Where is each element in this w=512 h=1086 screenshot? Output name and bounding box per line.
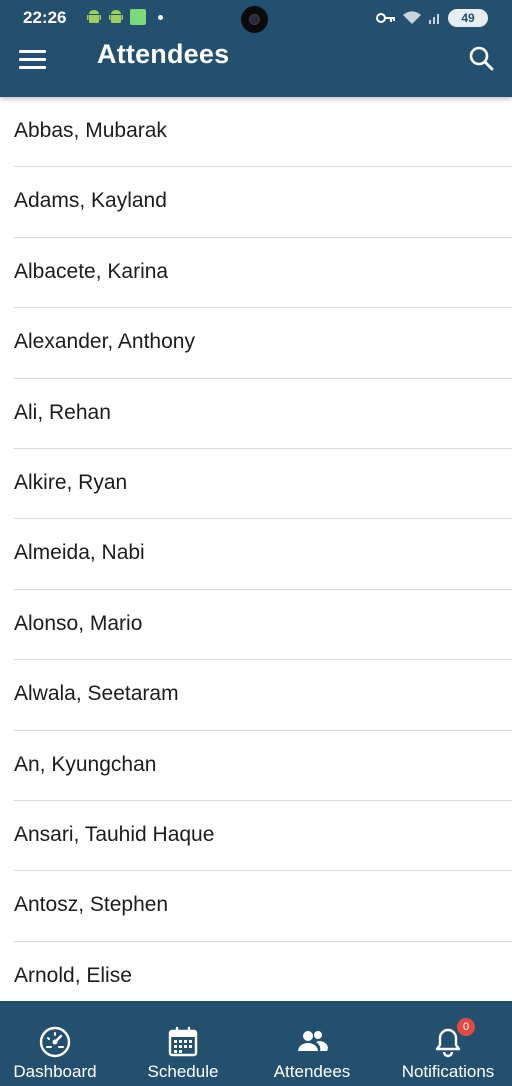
page-title: Attendees <box>97 39 230 69</box>
more-notifications-dot-icon <box>158 14 163 20</box>
list-item[interactable]: Alkire, Ryan <box>14 449 512 520</box>
notification-icons <box>86 9 163 25</box>
list-item[interactable]: Abbas, Mubarak <box>14 97 512 168</box>
bottom-nav: Dashboard Schedule Attendees 0 Notificat… <box>0 1001 512 1086</box>
list-item[interactable]: Ali, Rehan <box>14 379 512 449</box>
attendee-name: Alkire, Ryan <box>14 470 128 494</box>
list-item[interactable]: Alwala, Seetaram <box>14 660 512 731</box>
list-item[interactable]: Almeida, Nabi <box>14 519 512 590</box>
android-icon <box>109 9 123 23</box>
status-bar: 22:26 49 <box>0 0 512 36</box>
nav-label: Schedule <box>147 1062 219 1081</box>
attendee-name: Almeida, Nabi <box>14 541 145 565</box>
nav-label: Notifications <box>401 1062 495 1081</box>
list-item[interactable]: Alexander, Anthony <box>14 308 512 379</box>
system-status-icons: 49 <box>376 9 488 27</box>
calendar-icon <box>166 1025 200 1059</box>
status-time: 22:26 <box>23 8 67 27</box>
wifi-icon <box>403 11 421 24</box>
bell-icon: 0 <box>431 1018 475 1059</box>
attendee-name: Antosz, Stephen <box>14 893 169 917</box>
nav-schedule[interactable]: Schedule <box>134 1001 232 1086</box>
android-icon <box>87 9 101 23</box>
attendee-name: Ali, Rehan <box>14 400 111 424</box>
list-item[interactable]: Ansari, Tauhid Haque <box>14 801 512 872</box>
attendee-name: Albacete, Karina <box>14 259 169 283</box>
attendee-name: Ansari, Tauhid Haque <box>14 822 215 846</box>
battery-level: 49 <box>461 11 475 25</box>
list-item[interactable]: Arnold, Elise <box>14 942 512 1001</box>
app-notification-icon <box>130 9 146 25</box>
nav-attendees[interactable]: Attendees <box>262 1001 362 1086</box>
vpn-key-icon <box>376 13 395 23</box>
attendee-name: Alexander, Anthony <box>14 330 195 354</box>
list-item[interactable]: An, Kyungchan <box>14 731 512 801</box>
attendee-list: Abbas, Mubarak Adams, Kayland Albacete, … <box>0 97 512 1001</box>
attendee-name: Arnold, Elise <box>14 963 132 987</box>
front-camera-cutout <box>241 6 268 33</box>
nav-label: Dashboard <box>13 1062 97 1081</box>
list-item[interactable]: Alonso, Mario <box>14 590 512 661</box>
battery-indicator: 49 <box>448 9 488 27</box>
signal-icon <box>429 14 439 24</box>
search-icon[interactable] <box>464 41 498 75</box>
notification-count-badge: 0 <box>457 1018 475 1036</box>
attendee-name: Adams, Kayland <box>14 189 167 213</box>
attendee-name: An, Kyungchan <box>14 752 157 776</box>
gauge-icon <box>38 1025 72 1059</box>
people-icon <box>295 1025 329 1059</box>
nav-dashboard[interactable]: Dashboard <box>6 1001 104 1086</box>
app-header: 22:26 49 Attendees <box>0 0 512 97</box>
attendee-name: Abbas, Mubarak <box>14 119 167 142</box>
attendee-name: Alonso, Mario <box>14 611 143 635</box>
nav-notifications[interactable]: 0 Notifications <box>392 1001 504 1086</box>
list-item[interactable]: Antosz, Stephen <box>14 871 512 942</box>
hamburger-menu-icon[interactable] <box>16 42 50 76</box>
attendee-name: Alwala, Seetaram <box>14 682 179 706</box>
list-item[interactable]: Adams, Kayland <box>14 167 512 238</box>
toolbar: Attendees <box>0 36 512 97</box>
nav-label: Attendees <box>273 1062 351 1081</box>
list-item[interactable]: Albacete, Karina <box>14 238 512 309</box>
